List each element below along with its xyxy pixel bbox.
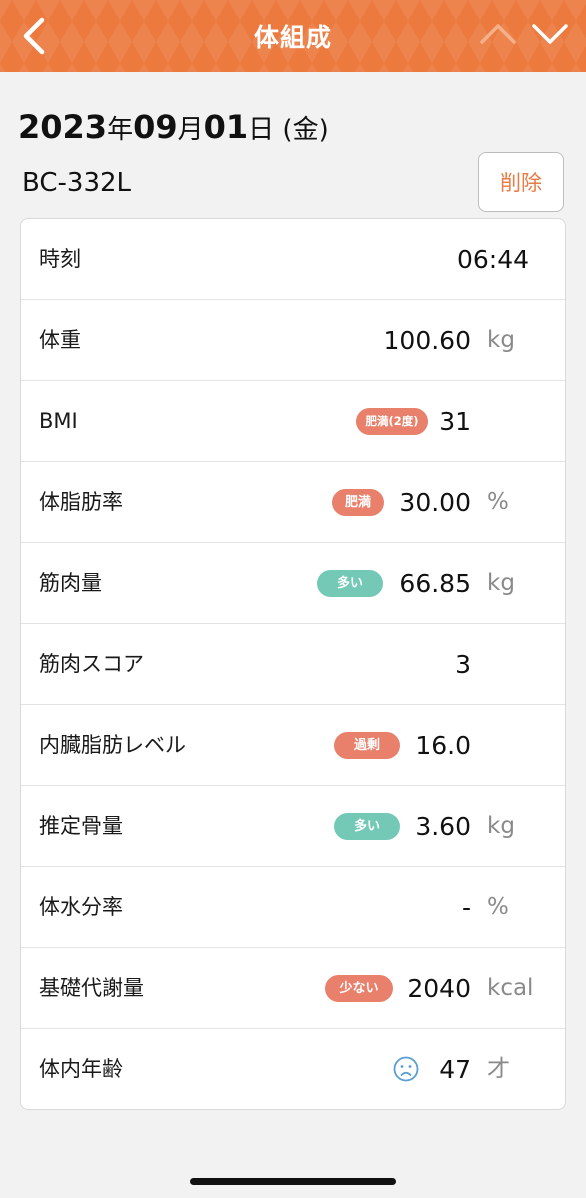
app-header: 体組成: [0, 0, 586, 72]
measurement-card: 時刻 06:44 体重 100.60 kg BMI 肥満(2度) 31 体脂肪率…: [20, 218, 566, 1110]
row-label: 推定骨量: [39, 814, 123, 838]
status-badge: 肥満: [332, 489, 384, 516]
row-value: -: [461, 893, 471, 922]
date-month: 09: [133, 108, 178, 146]
status-badge: 多い: [317, 570, 383, 597]
row-unit: %: [487, 894, 509, 920]
row-label: 体重: [39, 328, 81, 352]
row-muscle-score: 筋肉スコア 3: [21, 624, 565, 705]
row-value: 2040: [407, 974, 471, 1003]
date-year: 2023: [18, 108, 108, 146]
status-badge: 多い: [334, 813, 400, 840]
row-label: 体内年齢: [39, 1057, 123, 1081]
date-day-suffix: 日: [248, 115, 275, 145]
row-value: 31: [439, 407, 471, 436]
row-unit: 才: [487, 1056, 510, 1082]
row-value: 3: [455, 650, 471, 679]
row-value: 16.0: [415, 731, 471, 760]
date-month-suffix: 月: [177, 115, 204, 145]
row-body-fat: 体脂肪率 肥満 30.00 %: [21, 462, 565, 543]
row-value: 06:44: [456, 245, 529, 274]
row-label: 筋肉スコア: [39, 652, 144, 676]
row-unit: %: [487, 489, 509, 515]
device-model: BC-332L: [22, 168, 132, 198]
delete-button[interactable]: 削除: [478, 152, 564, 212]
row-label: 基礎代謝量: [39, 976, 144, 1000]
date-year-suffix: 年: [107, 115, 134, 145]
row-label: 内臓脂肪レベル: [39, 733, 186, 757]
home-indicator: [190, 1178, 396, 1185]
previous-chevron-up-icon: [480, 24, 516, 44]
row-value: 47: [439, 1055, 471, 1084]
status-badge: 少ない: [325, 975, 393, 1002]
row-unit: kg: [487, 570, 515, 596]
row-muscle-mass: 筋肉量 多い 66.85 kg: [21, 543, 565, 624]
row-unit: kg: [487, 327, 515, 353]
status-badge: 肥満(2度): [356, 408, 428, 435]
row-label: 体脂肪率: [39, 490, 123, 514]
row-body-age: 体内年齢 47 才: [21, 1029, 565, 1109]
row-unit: kg: [487, 813, 515, 839]
row-visceral-fat: 内臓脂肪レベル 過剰 16.0: [21, 705, 565, 786]
status-badge: 過剰: [334, 732, 400, 759]
row-bmi: BMI 肥満(2度) 31: [21, 381, 565, 462]
row-value: 66.85: [399, 569, 471, 598]
row-time: 時刻 06:44: [21, 219, 565, 300]
row-unit: kcal: [487, 975, 534, 1001]
row-value: 30.00: [399, 488, 471, 517]
sad-face-icon: [393, 1056, 419, 1082]
date-day: 01: [203, 108, 249, 146]
row-basal-metabolism: 基礎代謝量 少ない 2040 kcal: [21, 948, 565, 1029]
row-label: 時刻: [39, 247, 81, 271]
row-label: BMI: [39, 409, 78, 433]
row-weight: 体重 100.60 kg: [21, 300, 565, 381]
date-weekday: (金): [274, 115, 329, 145]
row-label: 筋肉量: [39, 571, 102, 595]
measurement-date: 2023年09月01日 (金): [18, 108, 329, 146]
row-bone-mass: 推定骨量 多い 3.60 kg: [21, 786, 565, 867]
row-body-water: 体水分率 - %: [21, 867, 565, 948]
row-value: 3.60: [415, 812, 471, 841]
row-label: 体水分率: [39, 895, 123, 919]
next-chevron-down-icon[interactable]: [530, 18, 570, 50]
row-value: 100.60: [383, 326, 471, 355]
